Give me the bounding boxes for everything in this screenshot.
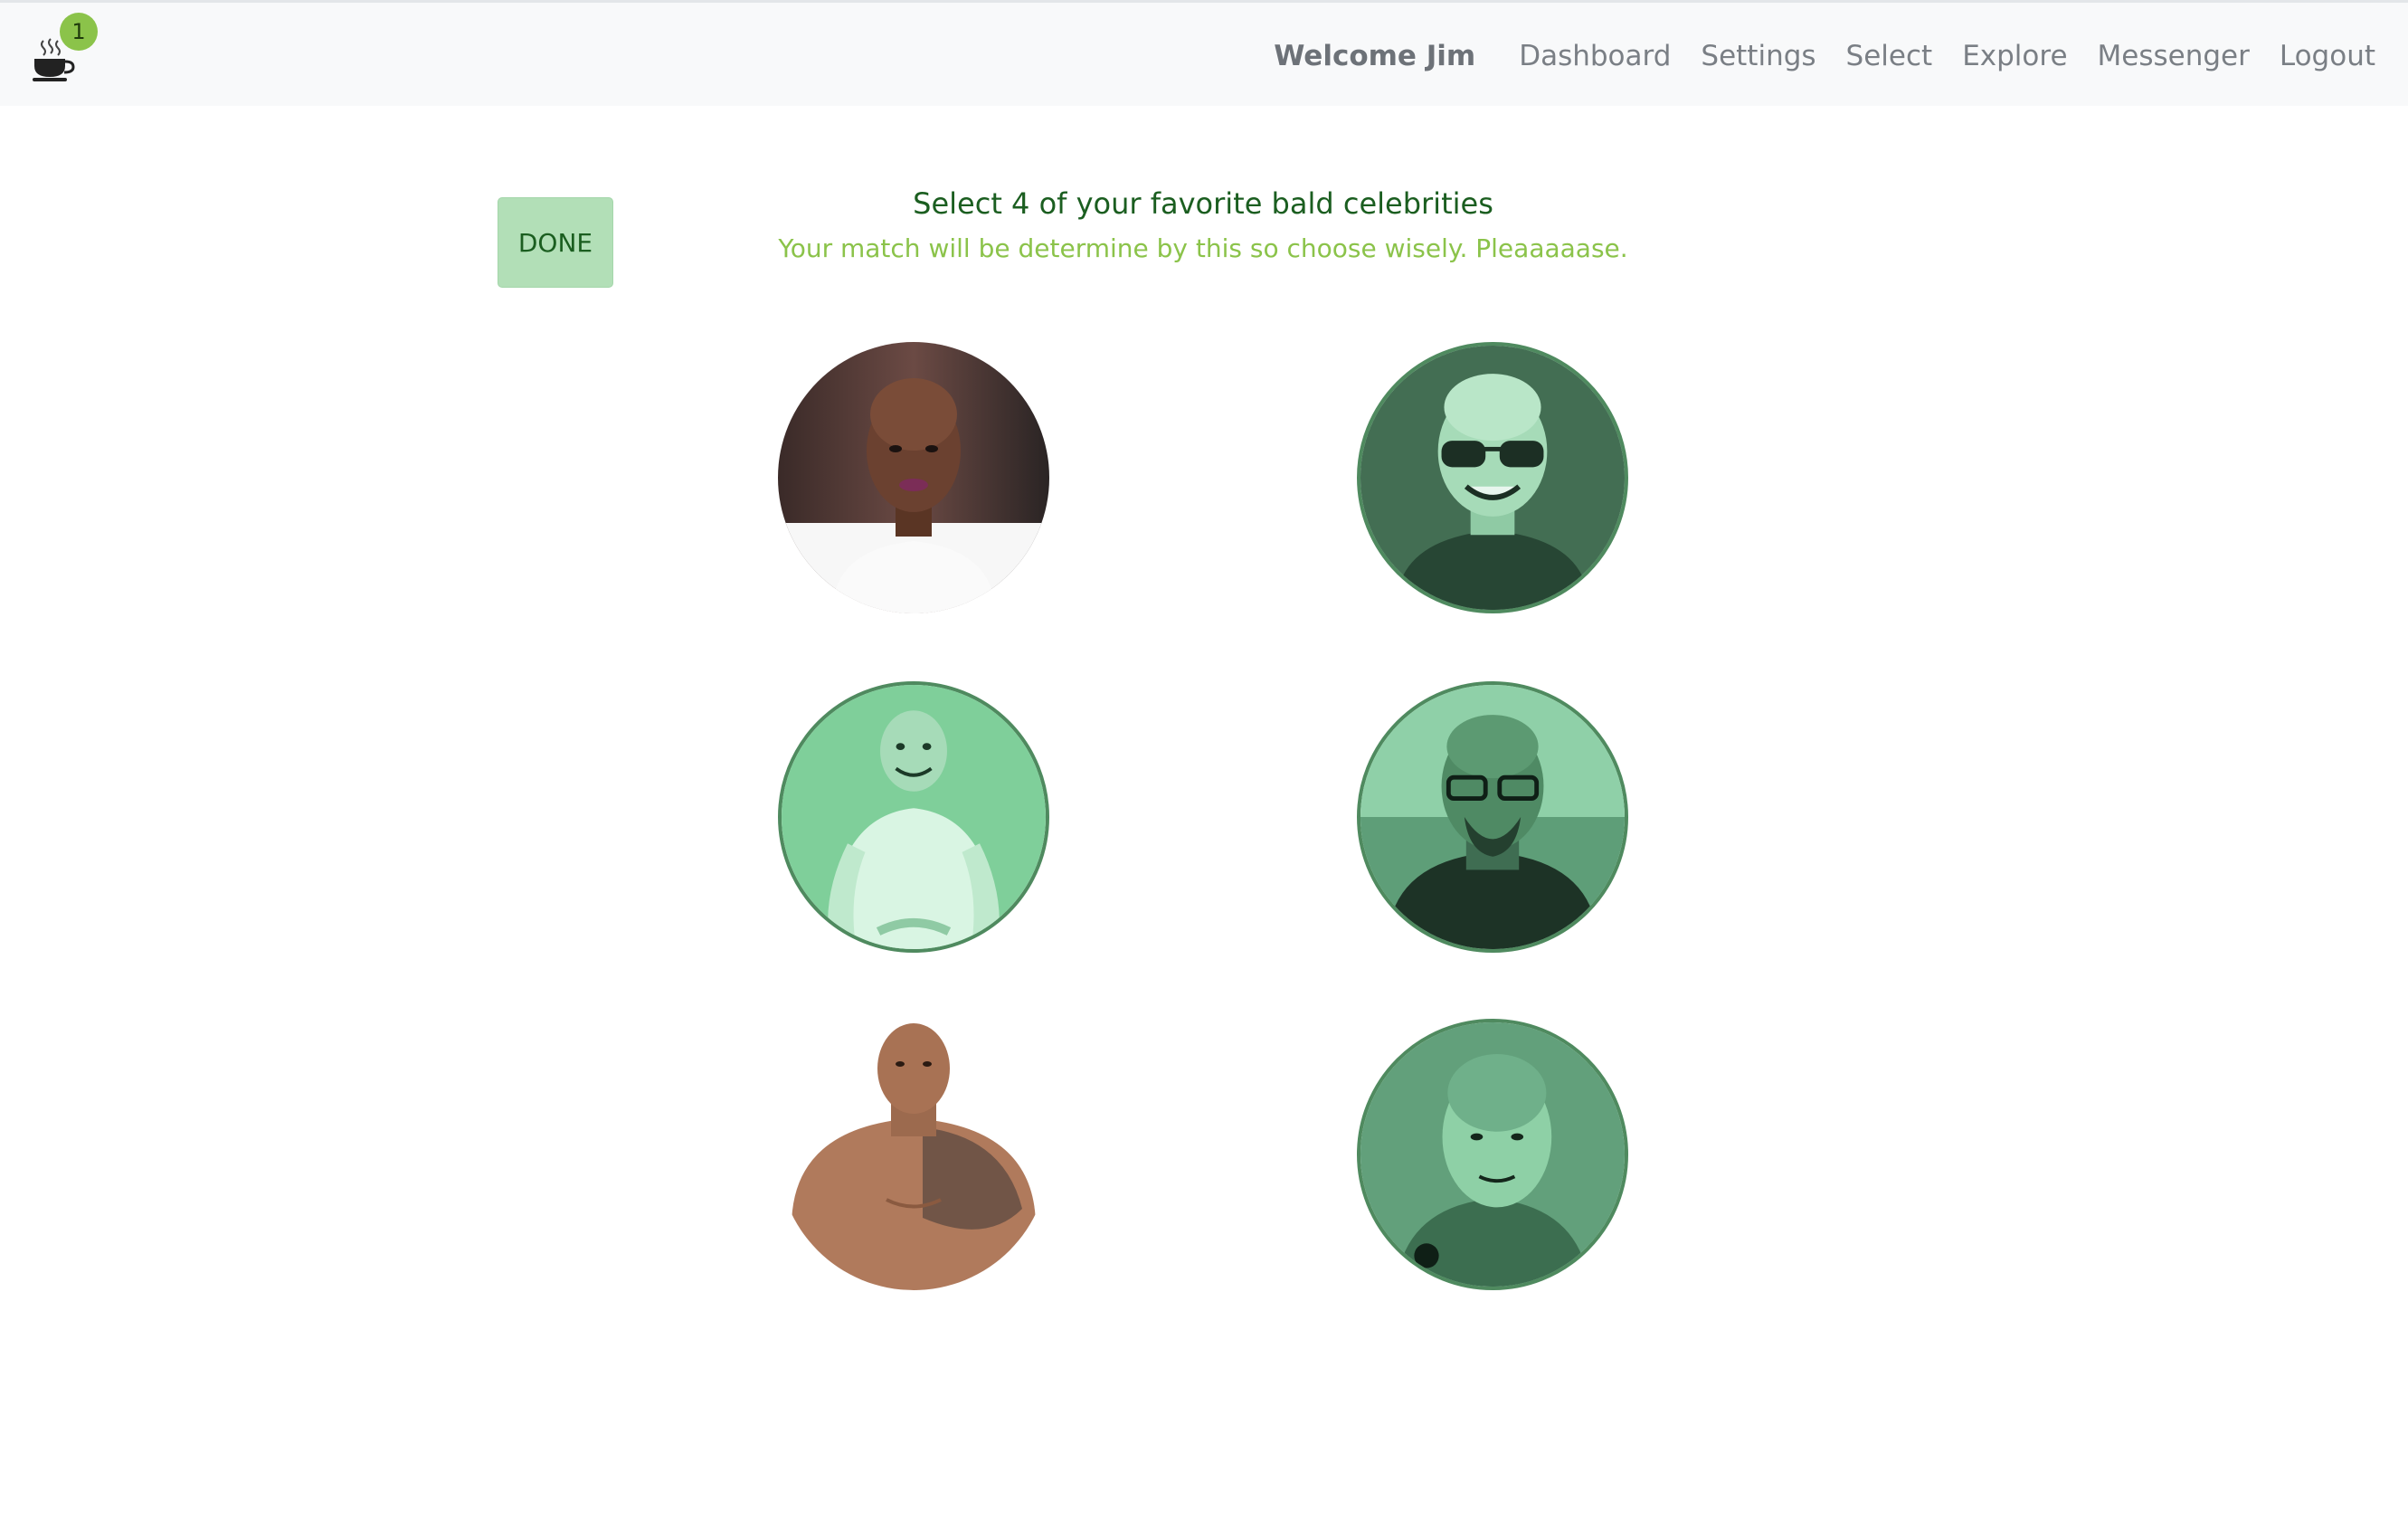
celebrity-option-4[interactable] [1357, 681, 1628, 953]
celebrity-photo [778, 342, 1049, 613]
nav-explore[interactable]: Explore [1962, 40, 2067, 72]
celebrity-photo [778, 1019, 1049, 1290]
celebrity-option-3[interactable] [778, 681, 1049, 953]
nav-settings[interactable]: Settings [1701, 40, 1815, 72]
celebrity-option-6[interactable] [1357, 1019, 1628, 1290]
welcome-text: Welcome Jim [1274, 39, 1476, 72]
nav-messenger[interactable]: Messenger [2098, 40, 2250, 72]
nav-links: Welcome Jim Dashboard Settings Select Ex… [1274, 3, 2375, 109]
celebrity-photo [1360, 1022, 1625, 1287]
navbar: 1 Welcome Jim Dashboard Settings Select … [0, 0, 2408, 106]
notification-badge[interactable]: 1 [60, 13, 98, 51]
nav-logout[interactable]: Logout [2280, 40, 2375, 72]
celebrity-option-5[interactable] [778, 1019, 1049, 1290]
celebrity-option-2[interactable] [1357, 342, 1628, 613]
celebrity-photo [1360, 685, 1625, 949]
celebrity-photo [782, 685, 1046, 949]
nav-select[interactable]: Select [1846, 40, 1933, 72]
celebrity-option-1[interactable] [778, 342, 1049, 613]
page-subtitle: Your match will be determine by this so … [778, 233, 1628, 263]
page-title: Select 4 of your favorite bald celebriti… [913, 186, 1493, 221]
nav-dashboard[interactable]: Dashboard [1519, 40, 1671, 72]
done-button[interactable]: DONE [498, 197, 613, 288]
celebrity-photo [1360, 346, 1625, 610]
